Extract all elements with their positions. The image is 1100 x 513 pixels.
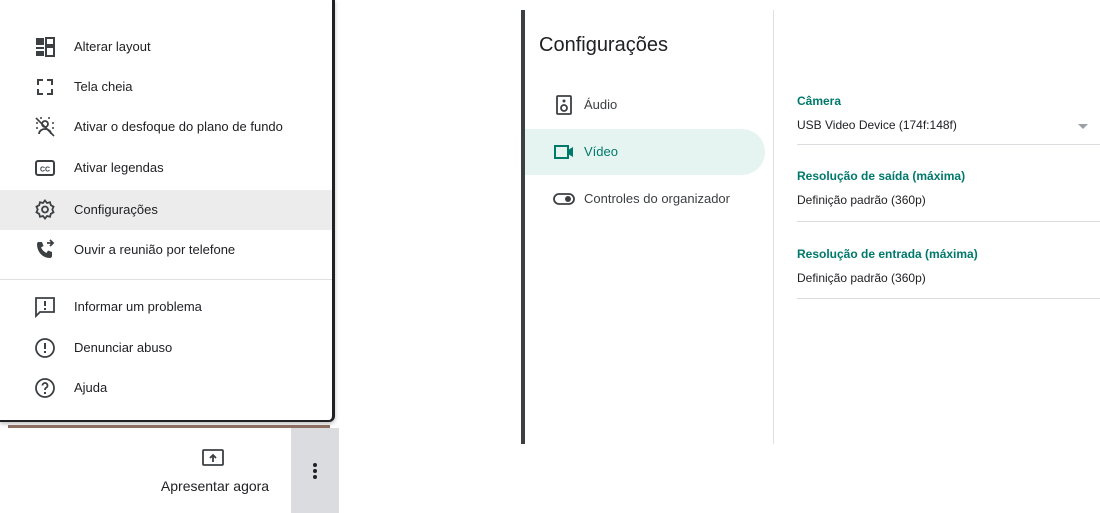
menu-item-label: Alterar layout [74, 39, 151, 54]
menu-divider [0, 279, 332, 280]
menu-item-label: Ouvir a reunião por telefone [74, 242, 236, 257]
output-resolution-value: Definição padrão (360p) [797, 193, 926, 207]
input-resolution-label: Resolução de entrada (máxima) [797, 247, 978, 261]
speaker-icon [556, 95, 572, 115]
field-underline [797, 144, 1100, 145]
menu-item-phone-audio[interactable]: Ouvir a reunião por telefone [0, 230, 332, 270]
more-options-button[interactable] [291, 428, 339, 513]
menu-item-change-layout[interactable]: Alterar layout [0, 27, 332, 67]
field-underline [797, 298, 1100, 299]
menu-item-label: Ativar o desfoque do plano de fundo [74, 119, 283, 134]
menu-item-settings[interactable]: Configurações [0, 190, 332, 230]
menu-item-label: Ajuda [74, 380, 108, 395]
menu-item-label: Tela cheia [74, 79, 133, 94]
feedback-icon [35, 297, 55, 319]
menu-item-report-abuse[interactable]: Denunciar abuso [0, 328, 332, 368]
menu-item-report-problem[interactable]: Informar um problema [0, 287, 332, 327]
input-resolution-value: Definição padrão (360p) [797, 271, 926, 285]
settings-nav-host-controls[interactable]: Controles do organizador [525, 176, 765, 222]
svg-text:CC: CC [40, 167, 50, 174]
chevron-down-icon [1078, 124, 1088, 129]
menu-item-fullscreen[interactable]: Tela cheia [0, 67, 332, 107]
present-screen-icon [202, 449, 224, 466]
camera-select[interactable]: Câmera USB Video Device (174f:148f) [797, 94, 1100, 146]
phone-forwarded-icon [37, 239, 55, 258]
blur-background-icon [35, 117, 55, 137]
meeting-tile-edge [8, 425, 330, 428]
settings-nav-audio[interactable]: Áudio [525, 82, 765, 128]
field-underline [797, 221, 1100, 222]
camera-label: Câmera [797, 94, 842, 108]
settings-nav-label: Vídeo [584, 144, 618, 159]
toggle-icon [553, 193, 575, 205]
menu-item-label: Informar um problema [74, 299, 202, 314]
dialog-divider [773, 10, 774, 444]
input-resolution-select[interactable]: Resolução de entrada (máxima) Definição … [797, 247, 1100, 299]
present-now-label: Apresentar agora [160, 478, 270, 494]
more-options-menu: Alterar layout Tela cheia Ativar o desfo… [0, 0, 335, 422]
settings-nav-label: Áudio [584, 97, 618, 112]
output-resolution-label: Resolução de saída (máxima) [797, 169, 966, 183]
menu-item-label: Denunciar abuso [74, 340, 173, 355]
captions-icon: CC [35, 160, 55, 176]
menu-item-blur-background[interactable]: Ativar o desfoque do plano de fundo [0, 107, 332, 147]
settings-dialog [525, 10, 1100, 444]
layout-icon [36, 37, 55, 57]
menu-item-captions[interactable]: CC Ativar legendas [0, 148, 332, 188]
more-vert-icon [313, 463, 317, 479]
camera-value: USB Video Device (174f:148f) [797, 118, 957, 132]
report-icon [35, 338, 55, 358]
output-resolution-select[interactable]: Resolução de saída (máxima) Definição pa… [797, 169, 1100, 222]
settings-title: Configurações [539, 34, 668, 56]
help-icon [35, 378, 55, 398]
fullscreen-icon [37, 79, 53, 95]
menu-item-label: Ativar legendas [74, 160, 164, 175]
videocam-icon [554, 145, 573, 159]
menu-item-label: Configurações [74, 202, 158, 217]
menu-item-help[interactable]: Ajuda [0, 368, 332, 408]
gear-icon [35, 199, 55, 220]
present-now-button[interactable]: Apresentar agora [150, 448, 280, 498]
settings-nav-label: Controles do organizador [584, 191, 730, 206]
settings-nav-video[interactable]: Vídeo [525, 129, 765, 175]
